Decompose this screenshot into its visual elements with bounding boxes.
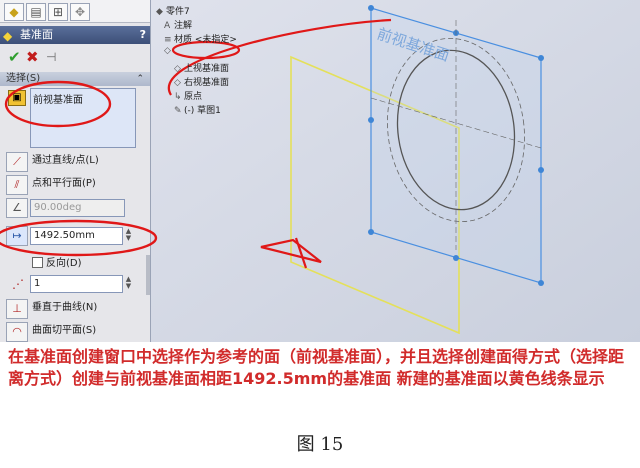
reverse-checkbox[interactable] — [32, 257, 43, 268]
action-bar: ✔ ✖ ⊣ — [0, 46, 150, 68]
normal-curve-icon[interactable]: ⊥ — [6, 299, 28, 319]
help-button[interactable]: ? — [140, 26, 146, 44]
tree-item-label: 材质 <未指定> — [174, 35, 237, 45]
ok-check-icon[interactable]: ✔ — [8, 48, 21, 66]
section-label: 选择(S) — [6, 73, 41, 84]
material-icon: ≡ — [164, 35, 172, 45]
property-manager-panel: ◆ ▤ ⊞ ✥ ◆ 基准面 ? ✔ ✖ ⊣ 选择(S) ⌃ ▣ 前视基准面 ⟋ … — [0, 0, 151, 342]
angle-option[interactable]: ∠ — [6, 198, 30, 218]
tree-item-label: (-) 草图1 — [184, 106, 221, 116]
panel-tab-bar: ◆ ▤ ⊞ ✥ — [0, 0, 150, 23]
feature-manager-tab-icon[interactable]: ◆ — [4, 3, 24, 21]
annotation-icon: A — [164, 21, 171, 31]
option-label: 垂直于曲线(N) — [32, 302, 98, 313]
tree-item[interactable]: ◇ 右视基准面 — [174, 75, 229, 88]
reference-item[interactable]: 前视基准面 — [33, 91, 83, 106]
line-point-icon[interactable]: ⟋ — [6, 152, 28, 172]
angle-input[interactable]: 90.00deg — [30, 199, 125, 217]
plane-tree-icon: ◇ — [174, 64, 181, 74]
panel-scrollbar[interactable] — [146, 255, 150, 295]
angle-icon[interactable]: ∠ — [6, 198, 28, 218]
tree-item[interactable]: ✎ (-) 草图1 — [174, 103, 221, 116]
distance-option[interactable]: ↦ — [6, 226, 30, 246]
tree-item[interactable]: ≡ 材质 <未指定> — [164, 32, 237, 45]
distance-spinner-icon[interactable]: ▲ ▼ — [124, 228, 133, 242]
tree-item[interactable]: ◇ — [164, 46, 174, 56]
instance-count-input[interactable]: 1 — [30, 275, 123, 293]
property-manager-tab-icon[interactable]: ▤ — [26, 3, 46, 21]
sketch-icon: ✎ — [174, 106, 182, 116]
pushpin-icon[interactable]: ⊣ — [46, 48, 56, 66]
tree-item-label: 上视基准面 — [184, 64, 230, 74]
tree-item-label: 右视基准面 — [184, 78, 230, 88]
surface-tangent-option[interactable]: ◠ 曲面切平面(S) — [6, 322, 146, 342]
tree-item-label: 原点 — [184, 92, 203, 102]
plane-icon: ◆ — [3, 29, 13, 43]
count-spinner-icon[interactable]: ▲ ▼ — [124, 276, 133, 290]
surface-tangent-icon[interactable]: ◠ — [6, 322, 28, 342]
figure-caption: 在基准面创建窗口中选择作为参考的面（前视基准面），并且选择创建面得方式（选择距离… — [8, 347, 625, 388]
distance-icon[interactable]: ↦ — [6, 226, 28, 246]
tree-root[interactable]: ◆ 零件7 — [156, 4, 190, 17]
part-icon: ◆ — [156, 7, 163, 17]
configuration-tab-icon[interactable]: ⊞ — [48, 3, 68, 21]
tree-item[interactable]: A 注解 — [164, 18, 192, 31]
tree-item-label: 注解 — [174, 21, 193, 31]
reverse-label: 反向(D) — [46, 258, 82, 269]
plane-tree-icon: ◇ — [174, 78, 181, 88]
normal-to-curve-option[interactable]: ⊥ 垂直于曲线(N) — [6, 299, 146, 319]
selection-section-header[interactable]: 选择(S) ⌃ — [0, 72, 150, 86]
tree-root-label: 零件7 — [166, 7, 190, 17]
display-tab-icon[interactable]: ✥ — [70, 3, 90, 21]
plane-tree-icon: ◇ — [164, 46, 171, 56]
collapse-chevron-icon[interactable]: ⌃ — [136, 72, 144, 86]
tree-item[interactable]: ◇ 上视基准面 — [174, 61, 229, 74]
origin-icon: ↳ — [174, 92, 182, 102]
point-parallel-option[interactable]: ⫽ 点和平行面(P) — [6, 175, 146, 195]
reference-face-icon: ▣ — [8, 90, 26, 106]
reference-selection-box[interactable]: 前视基准面 — [30, 88, 136, 148]
option-label: 通过直线/点(L) — [32, 155, 99, 166]
panel-title: 基准面 — [20, 28, 53, 41]
solidworks-screenshot: ◆ ▤ ⊞ ✥ ◆ 基准面 ? ✔ ✖ ⊣ 选择(S) ⌃ ▣ 前视基准面 ⟋ … — [0, 0, 640, 342]
parallel-plane-icon[interactable]: ⫽ — [6, 175, 28, 195]
cancel-x-icon[interactable]: ✖ — [26, 48, 39, 66]
distance-input[interactable]: 1492.50mm — [30, 227, 123, 245]
figure-number: 图 15 — [296, 434, 344, 455]
option-label: 点和平行面(P) — [32, 178, 96, 189]
feature-tree: ◆ 零件7 A 注解 ≡ 材质 <未指定> ◇ ◇ 上视基准面 ◇ 右视基准面 ↳ 原点 ✎… — [150, 0, 260, 120]
instance-count-icon: ⋰ — [12, 277, 24, 291]
tree-item[interactable]: ↳ 原点 — [174, 89, 202, 102]
through-line-point-option[interactable]: ⟋ 通过直线/点(L) — [6, 152, 146, 172]
option-label: 曲面切平面(S) — [32, 325, 97, 336]
plane-title-bar: ◆ 基准面 ? — [0, 26, 150, 44]
